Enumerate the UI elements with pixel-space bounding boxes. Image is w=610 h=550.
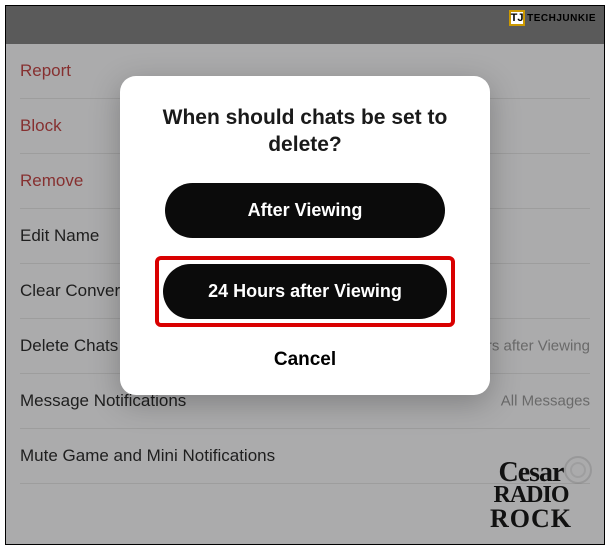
cesar-radio-rock-watermark: Cesar RADIO ROCK xyxy=(490,460,572,530)
watermark-line3: ROCK xyxy=(490,507,572,530)
highlight-annotation: 24 Hours after Viewing xyxy=(155,256,455,327)
delete-chats-modal: When should chats be set to delete? Afte… xyxy=(120,76,490,395)
modal-title: When should chats be set to delete? xyxy=(142,104,468,159)
techjunkie-text: TECHJUNKIE xyxy=(527,13,596,24)
cancel-button[interactable]: Cancel xyxy=(254,343,356,377)
techjunkie-icon: TJ xyxy=(509,10,525,26)
option-after-viewing-button[interactable]: After Viewing xyxy=(165,183,445,238)
techjunkie-badge: TJ TECHJUNKIE xyxy=(509,10,596,26)
option-24h-after-viewing-button[interactable]: 24 Hours after Viewing xyxy=(163,264,447,319)
watermark-swirl-icon xyxy=(564,456,592,484)
